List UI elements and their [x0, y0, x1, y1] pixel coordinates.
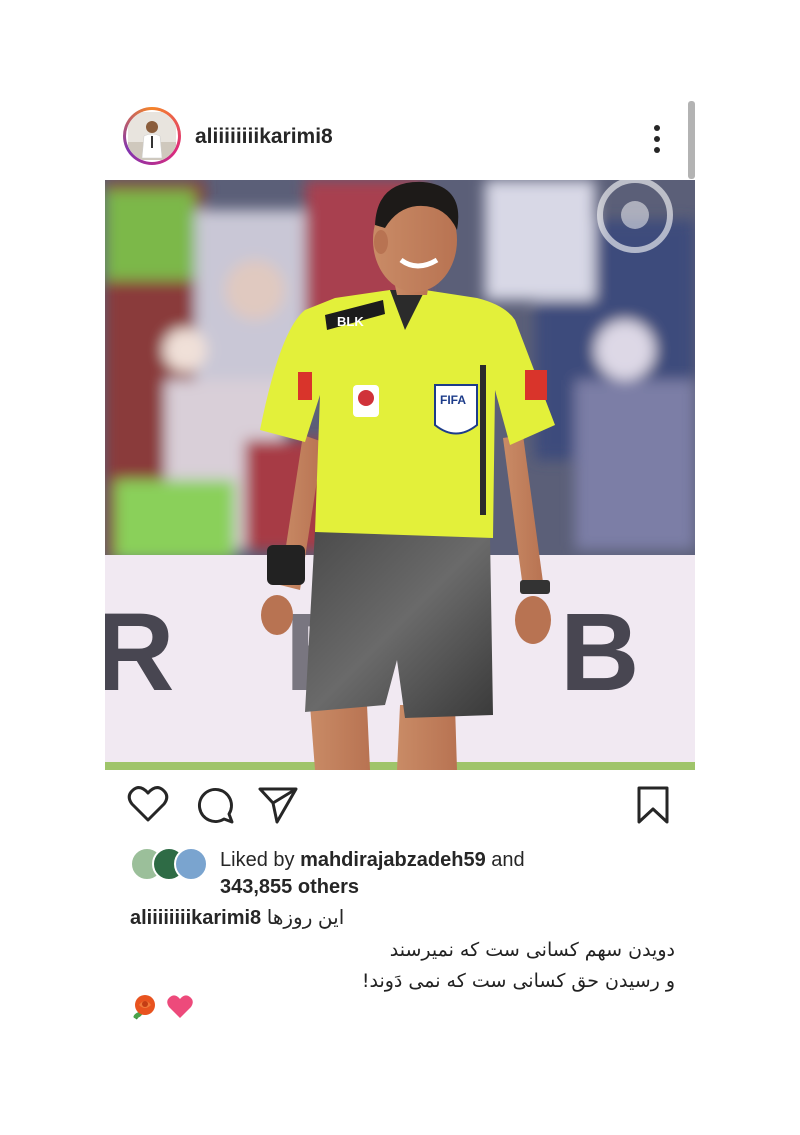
liker-avatar[interactable]	[174, 847, 208, 881]
post-username[interactable]: aliiiiiiiikarimi8	[195, 125, 333, 149]
more-vertical-icon[interactable]	[645, 123, 669, 155]
svg-text:R: R	[105, 591, 174, 714]
svg-text:FIFA: FIFA	[440, 393, 466, 407]
caption-body: دویدن سهم کسانی ست که نمیرسند و رسیدن حق…	[130, 935, 675, 997]
caption-line: و رسیدن حق کسانی ست که نمی دَوند!	[361, 970, 675, 992]
liker-avatars[interactable]	[130, 847, 210, 881]
story-ring[interactable]	[123, 107, 181, 165]
caption-username[interactable]: aliiiiiiiikarimi8	[130, 907, 261, 929]
heart-icon[interactable]	[127, 785, 169, 823]
likes-summary: Liked by mahdirajabzadeh59 and 343,855 o…	[130, 847, 690, 898]
liker-username[interactable]: mahdirajabzadeh59	[300, 849, 486, 871]
send-icon[interactable]	[257, 785, 299, 825]
caption-emojis	[130, 993, 194, 1023]
caption-first-line: aliiiiiiiikarimi8 این روزها	[130, 905, 690, 931]
likes-others[interactable]: 343,855 others	[220, 876, 359, 898]
post-photo[interactable]: R B E BLK FIFA	[105, 180, 695, 770]
caption-text: این روزها	[266, 907, 345, 929]
post-actions	[105, 785, 695, 825]
avatar-photo	[128, 112, 176, 160]
caption-line: دویدن سهم کسانی ست که نمیرسند	[389, 939, 675, 961]
scrollbar[interactable]	[688, 101, 695, 179]
avatar[interactable]	[126, 110, 178, 162]
heart-icon	[167, 995, 194, 1018]
post-header: aliiiiiiiikarimi8	[123, 105, 693, 169]
rose-icon	[133, 995, 155, 1020]
svg-text:BLK: BLK	[337, 314, 364, 329]
likes-text: Liked by mahdirajabzadeh59 and 343,855 o…	[220, 847, 525, 901]
comment-icon[interactable]	[195, 785, 235, 825]
likes-prefix: Liked by	[220, 849, 301, 871]
bookmark-icon[interactable]	[635, 785, 671, 825]
likes-middle: and	[485, 849, 525, 871]
svg-text:B: B	[560, 591, 639, 714]
